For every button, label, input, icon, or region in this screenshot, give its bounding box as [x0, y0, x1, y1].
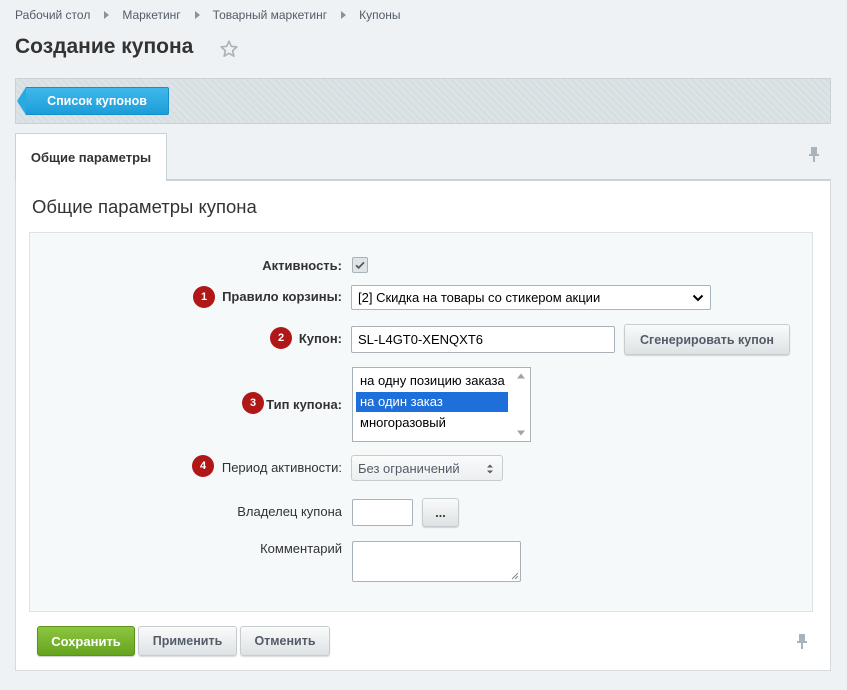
main-panel: Общие параметры купона Активность: 1 Пра…	[15, 181, 831, 671]
scroll-down-icon[interactable]	[516, 429, 526, 437]
basket-rule-label: Правило корзины:	[222, 289, 342, 304]
period-select[interactable]: Без ограничений	[351, 455, 503, 481]
breadcrumb-separator-icon	[194, 11, 200, 19]
basket-rule-select[interactable]: [2] Скидка на товары со стикером акции	[351, 285, 711, 310]
breadcrumb-item-desktop[interactable]: Рабочий стол	[15, 8, 90, 22]
active-label: Активность:	[262, 258, 342, 273]
section-title: Общие параметры купона	[32, 196, 257, 217]
comment-label: Комментарий	[260, 541, 342, 556]
period-value: Без ограничений	[358, 460, 460, 476]
active-checkbox[interactable]	[352, 257, 368, 273]
step-badge-4: 4	[192, 455, 214, 477]
coupon-type-option[interactable]: многоразовый	[356, 413, 508, 433]
coupon-type-option[interactable]: на одну позицию заказа	[356, 371, 508, 391]
basket-rule-value: [2] Скидка на товары со стикером акции	[358, 290, 601, 305]
coupon-list-button[interactable]: Список купонов	[17, 87, 169, 115]
save-button[interactable]: Сохранить	[37, 626, 135, 656]
cancel-button[interactable]: Отменить	[240, 626, 330, 656]
owner-picker-button[interactable]: ...	[422, 498, 459, 527]
breadcrumb-item-coupons[interactable]: Купоны	[359, 8, 400, 22]
checkmark-icon	[355, 261, 365, 270]
tab-general-params[interactable]: Общие параметры	[15, 133, 167, 181]
apply-button[interactable]: Применить	[138, 626, 237, 656]
tab-bar: Общие параметры	[15, 133, 831, 181]
owner-input[interactable]	[352, 499, 413, 526]
breadcrumb-separator-icon	[341, 11, 347, 19]
breadcrumb-item-product-marketing[interactable]: Товарный маркетинг	[213, 8, 327, 22]
pin-icon[interactable]	[807, 146, 821, 162]
breadcrumb-separator-icon	[104, 11, 110, 19]
updown-arrows-icon	[487, 464, 493, 474]
coupon-type-listbox[interactable]: на одну позицию заказа на один заказ мно…	[352, 367, 531, 442]
page-title: Создание купона	[15, 35, 194, 58]
owner-label: Владелец купона	[237, 504, 342, 519]
breadcrumb: Рабочий стол Маркетинг Товарный маркетин…	[15, 8, 401, 22]
coupon-type-label: Тип купона:	[266, 397, 342, 412]
period-label: Период активности:	[221, 460, 342, 475]
step-badge-3: 3	[242, 392, 264, 414]
coupon-label: Купон:	[298, 331, 342, 346]
star-icon[interactable]	[218, 38, 240, 60]
breadcrumb-item-marketing[interactable]: Маркетинг	[122, 8, 180, 22]
step-badge-1: 1	[193, 286, 215, 308]
toolbar: Список купонов	[15, 78, 831, 124]
coupon-input[interactable]: SL-L4GT0-XENQXT6	[351, 326, 615, 353]
step-badge-2: 2	[270, 327, 292, 349]
form-area: Активность: 1 Правило корзины: [2] Скидк…	[29, 232, 813, 612]
comment-textarea[interactable]	[352, 541, 521, 582]
coupon-type-option-selected[interactable]: на один заказ	[356, 392, 508, 412]
chevron-down-icon	[692, 294, 704, 302]
resize-grip-icon[interactable]	[511, 572, 519, 580]
scroll-up-icon[interactable]	[516, 372, 526, 380]
generate-coupon-button[interactable]: Сгенерировать купон	[624, 324, 790, 355]
pin-icon[interactable]	[795, 633, 809, 649]
